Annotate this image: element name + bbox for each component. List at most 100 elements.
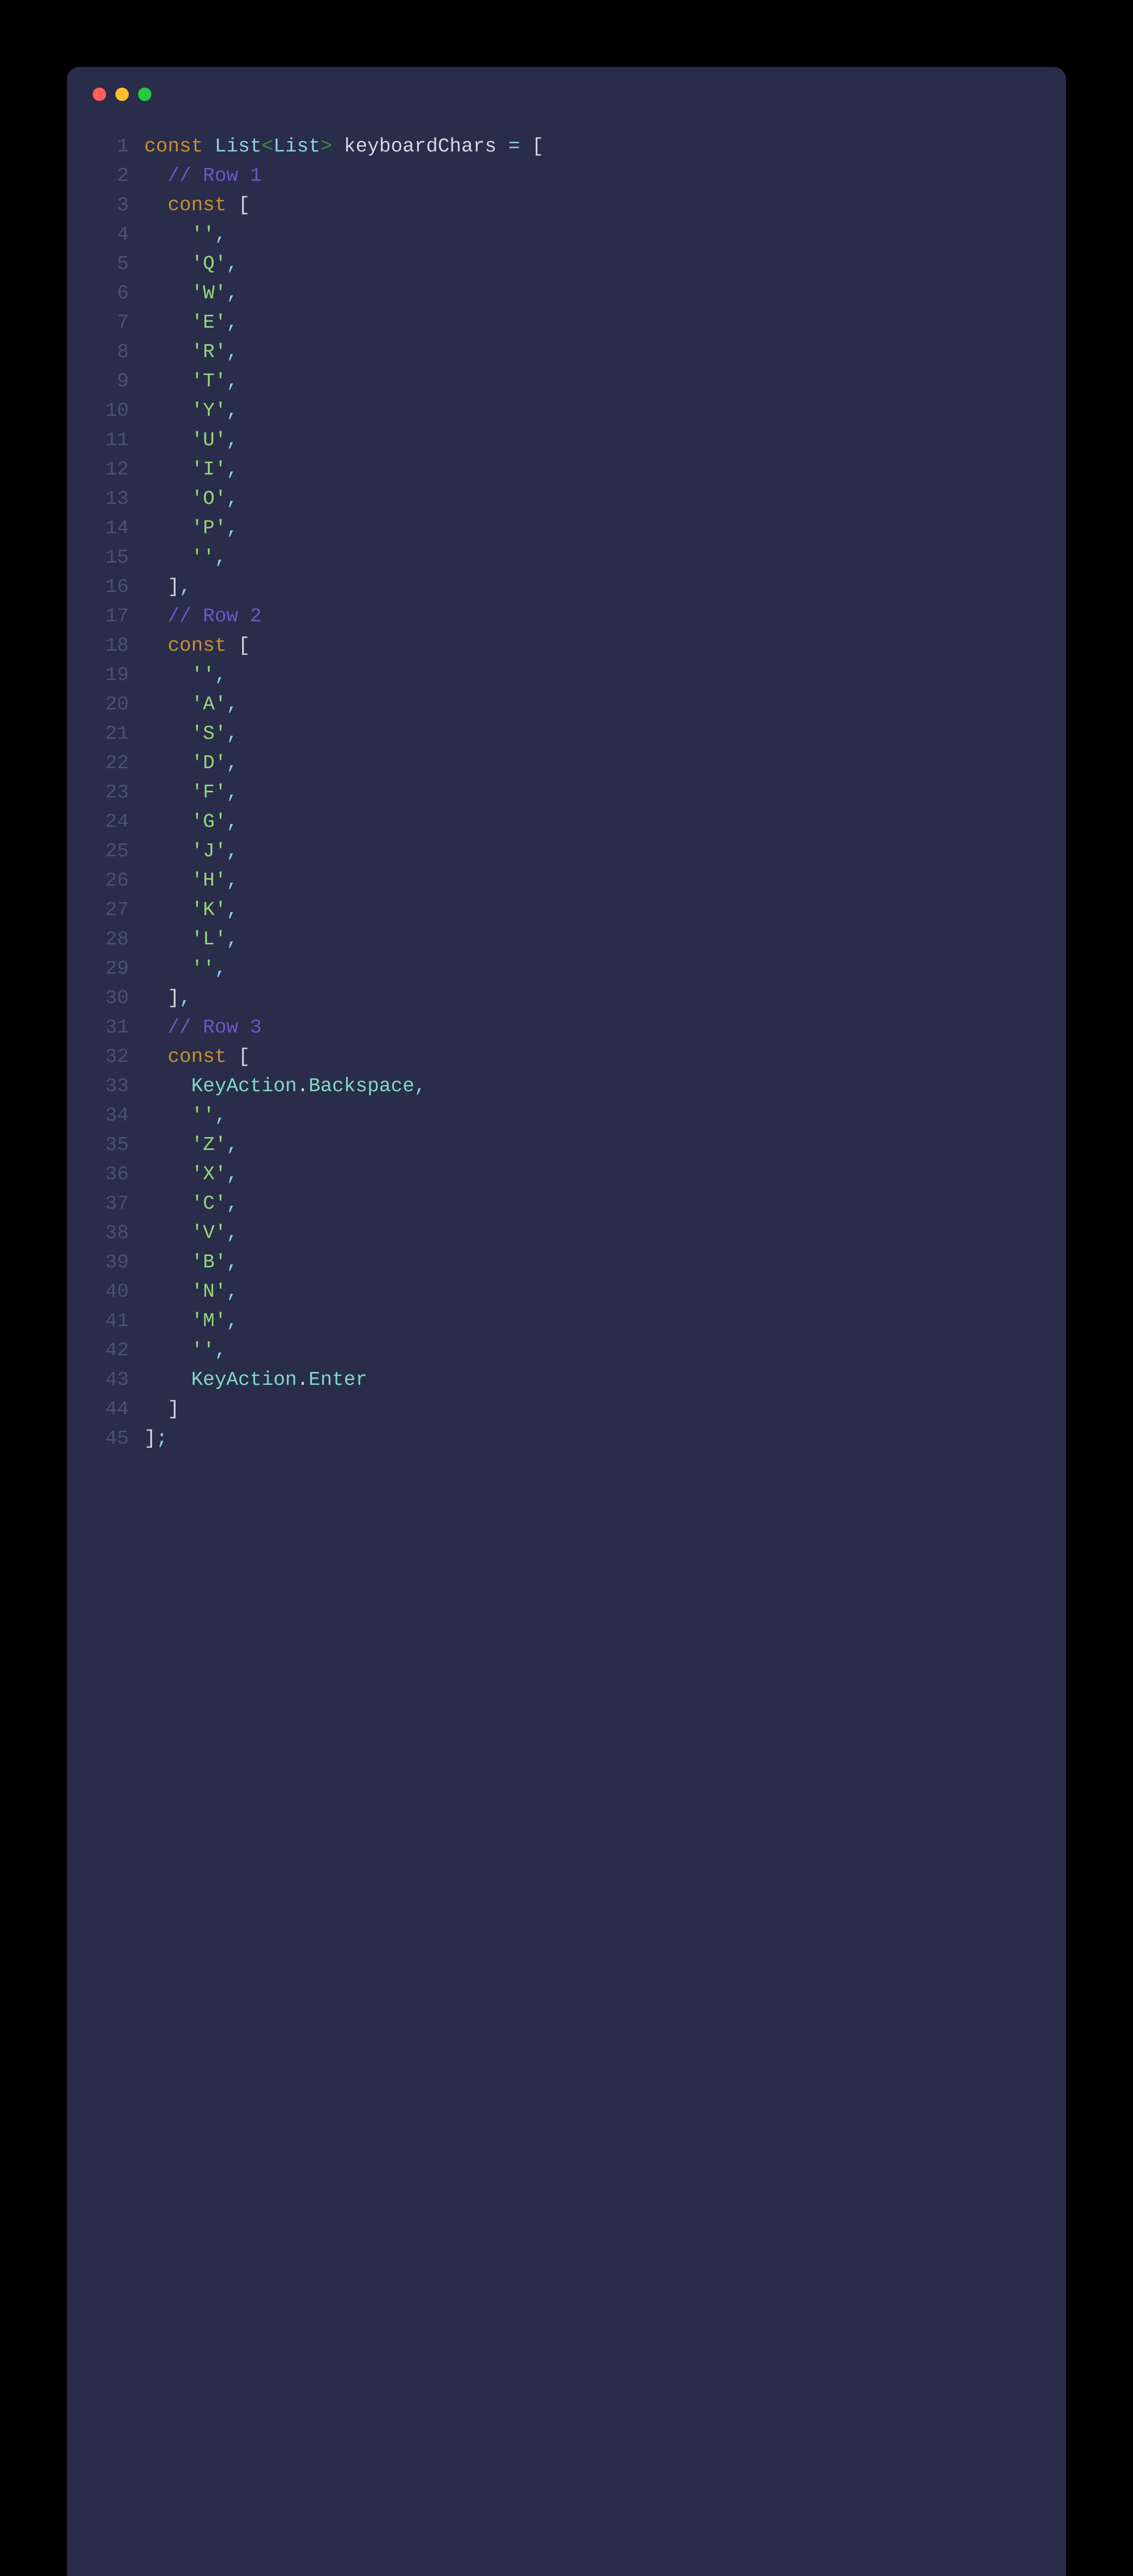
code-content[interactable]: 'O',	[144, 484, 1040, 514]
code-content[interactable]: KeyAction.Backspace,	[144, 1072, 1040, 1101]
code-line[interactable]: 31 // Row 3	[88, 1013, 1040, 1042]
code-content[interactable]: 'P',	[144, 514, 1040, 543]
line-number: 3	[88, 191, 144, 220]
code-content[interactable]: const [	[144, 191, 1040, 220]
code-content[interactable]: 'M',	[144, 1307, 1040, 1336]
code-content[interactable]: const [	[144, 1042, 1040, 1072]
code-line[interactable]: 41 'M',	[88, 1307, 1040, 1336]
code-content[interactable]: ]	[144, 1395, 1040, 1424]
code-line[interactable]: 16 ],	[88, 572, 1040, 602]
code-line[interactable]: 35 'Z',	[88, 1130, 1040, 1160]
code-content[interactable]: 'T',	[144, 367, 1040, 396]
code-line[interactable]: 3 const [	[88, 191, 1040, 220]
code-line[interactable]: 21 'S',	[88, 719, 1040, 749]
code-line[interactable]: 40 'N',	[88, 1277, 1040, 1307]
code-line[interactable]: 7 'E',	[88, 308, 1040, 337]
code-content[interactable]: 'B',	[144, 1248, 1040, 1277]
code-content[interactable]: 'Y',	[144, 396, 1040, 426]
close-icon[interactable]	[93, 88, 106, 101]
code-line[interactable]: 12 'I',	[88, 455, 1040, 484]
code-line[interactable]: 4 '',	[88, 220, 1040, 249]
code-line[interactable]: 9 'T',	[88, 367, 1040, 396]
code-line[interactable]: 39 'B',	[88, 1248, 1040, 1277]
code-line[interactable]: 28 'L',	[88, 925, 1040, 954]
code-line[interactable]: 34 '',	[88, 1101, 1040, 1130]
minimize-icon[interactable]	[115, 88, 129, 101]
code-line[interactable]: 11 'U',	[88, 426, 1040, 455]
code-content[interactable]: 'G',	[144, 807, 1040, 837]
code-line[interactable]: 37 'C',	[88, 1189, 1040, 1218]
code-content[interactable]: '',	[144, 1336, 1040, 1365]
code-content[interactable]: 'W',	[144, 279, 1040, 308]
code-line[interactable]: 20 'A',	[88, 690, 1040, 719]
code-content[interactable]: 'V',	[144, 1218, 1040, 1248]
code-content[interactable]: KeyAction.Enter	[144, 1365, 1040, 1395]
code-content[interactable]: 'S',	[144, 719, 1040, 749]
code-line[interactable]: 42 '',	[88, 1336, 1040, 1365]
code-content[interactable]: 'C',	[144, 1189, 1040, 1218]
code-line[interactable]: 8 'R',	[88, 337, 1040, 367]
code-content[interactable]: const [	[144, 631, 1040, 660]
code-content[interactable]: 'R',	[144, 337, 1040, 367]
code-line[interactable]: 29 '',	[88, 954, 1040, 984]
code-content[interactable]: 'Z',	[144, 1130, 1040, 1160]
code-content[interactable]: 'U',	[144, 426, 1040, 455]
code-content[interactable]: '',	[144, 1101, 1040, 1130]
code-content[interactable]: 'N',	[144, 1277, 1040, 1307]
code-content[interactable]: // Row 3	[144, 1013, 1040, 1042]
code-line[interactable]: 10 'Y',	[88, 396, 1040, 426]
code-line[interactable]: 26 'H',	[88, 866, 1040, 895]
code-line[interactable]: 30 ],	[88, 984, 1040, 1013]
code-line[interactable]: 24 'G',	[88, 807, 1040, 837]
code-line[interactable]: 19 '',	[88, 660, 1040, 690]
code-line[interactable]: 18 const [	[88, 631, 1040, 660]
code-line[interactable]: 17 // Row 2	[88, 602, 1040, 631]
code-line[interactable]: 25 'J',	[88, 837, 1040, 866]
code-content[interactable]: 'Q',	[144, 249, 1040, 279]
code-content[interactable]: '',	[144, 660, 1040, 690]
code-content[interactable]: 'I',	[144, 455, 1040, 484]
code-token	[144, 194, 168, 216]
code-content[interactable]: ],	[144, 984, 1040, 1013]
code-content[interactable]: 'J',	[144, 837, 1040, 866]
code-line[interactable]: 22 'D',	[88, 749, 1040, 778]
code-line[interactable]: 27 'K',	[88, 895, 1040, 925]
code-content[interactable]: '',	[144, 954, 1040, 984]
code-content[interactable]: '',	[144, 543, 1040, 572]
code-content[interactable]: ],	[144, 572, 1040, 602]
code-content[interactable]: 'K',	[144, 895, 1040, 925]
code-content[interactable]: ];	[144, 1424, 1040, 1453]
code-token	[144, 282, 191, 304]
code-area[interactable]: 1const List<List> keyboardChars = [2 // …	[67, 111, 1066, 1453]
code-line[interactable]: 38 'V',	[88, 1218, 1040, 1248]
code-line[interactable]: 15 '',	[88, 543, 1040, 572]
code-line[interactable]: 36 'X',	[88, 1160, 1040, 1189]
code-content[interactable]: // Row 2	[144, 602, 1040, 631]
code-line[interactable]: 33 KeyAction.Backspace,	[88, 1072, 1040, 1101]
code-content[interactable]: 'X',	[144, 1160, 1040, 1189]
code-content[interactable]: 'D',	[144, 749, 1040, 778]
code-line[interactable]: 43 KeyAction.Enter	[88, 1365, 1040, 1395]
code-token	[144, 1193, 191, 1215]
code-line[interactable]: 1const List<List> keyboardChars = [	[88, 132, 1040, 161]
code-content[interactable]: const List<List> keyboardChars = [	[144, 132, 1040, 161]
code-token: 'S'	[191, 723, 226, 745]
code-line[interactable]: 45];	[88, 1424, 1040, 1453]
code-line[interactable]: 6 'W',	[88, 279, 1040, 308]
code-content[interactable]: 'A',	[144, 690, 1040, 719]
code-content[interactable]: 'H',	[144, 866, 1040, 895]
code-content[interactable]: 'L',	[144, 925, 1040, 954]
code-line[interactable]: 23 'F',	[88, 778, 1040, 807]
code-content[interactable]: 'E',	[144, 308, 1040, 337]
code-content[interactable]: '',	[144, 220, 1040, 249]
code-line[interactable]: 14 'P',	[88, 514, 1040, 543]
code-line[interactable]: 5 'Q',	[88, 249, 1040, 279]
code-line[interactable]: 44 ]	[88, 1395, 1040, 1424]
code-line[interactable]: 13 'O',	[88, 484, 1040, 514]
code-token: ,	[227, 341, 238, 363]
code-content[interactable]: 'F',	[144, 778, 1040, 807]
maximize-icon[interactable]	[138, 88, 151, 101]
code-line[interactable]: 32 const [	[88, 1042, 1040, 1072]
code-line[interactable]: 2 // Row 1	[88, 161, 1040, 191]
code-content[interactable]: // Row 1	[144, 161, 1040, 191]
